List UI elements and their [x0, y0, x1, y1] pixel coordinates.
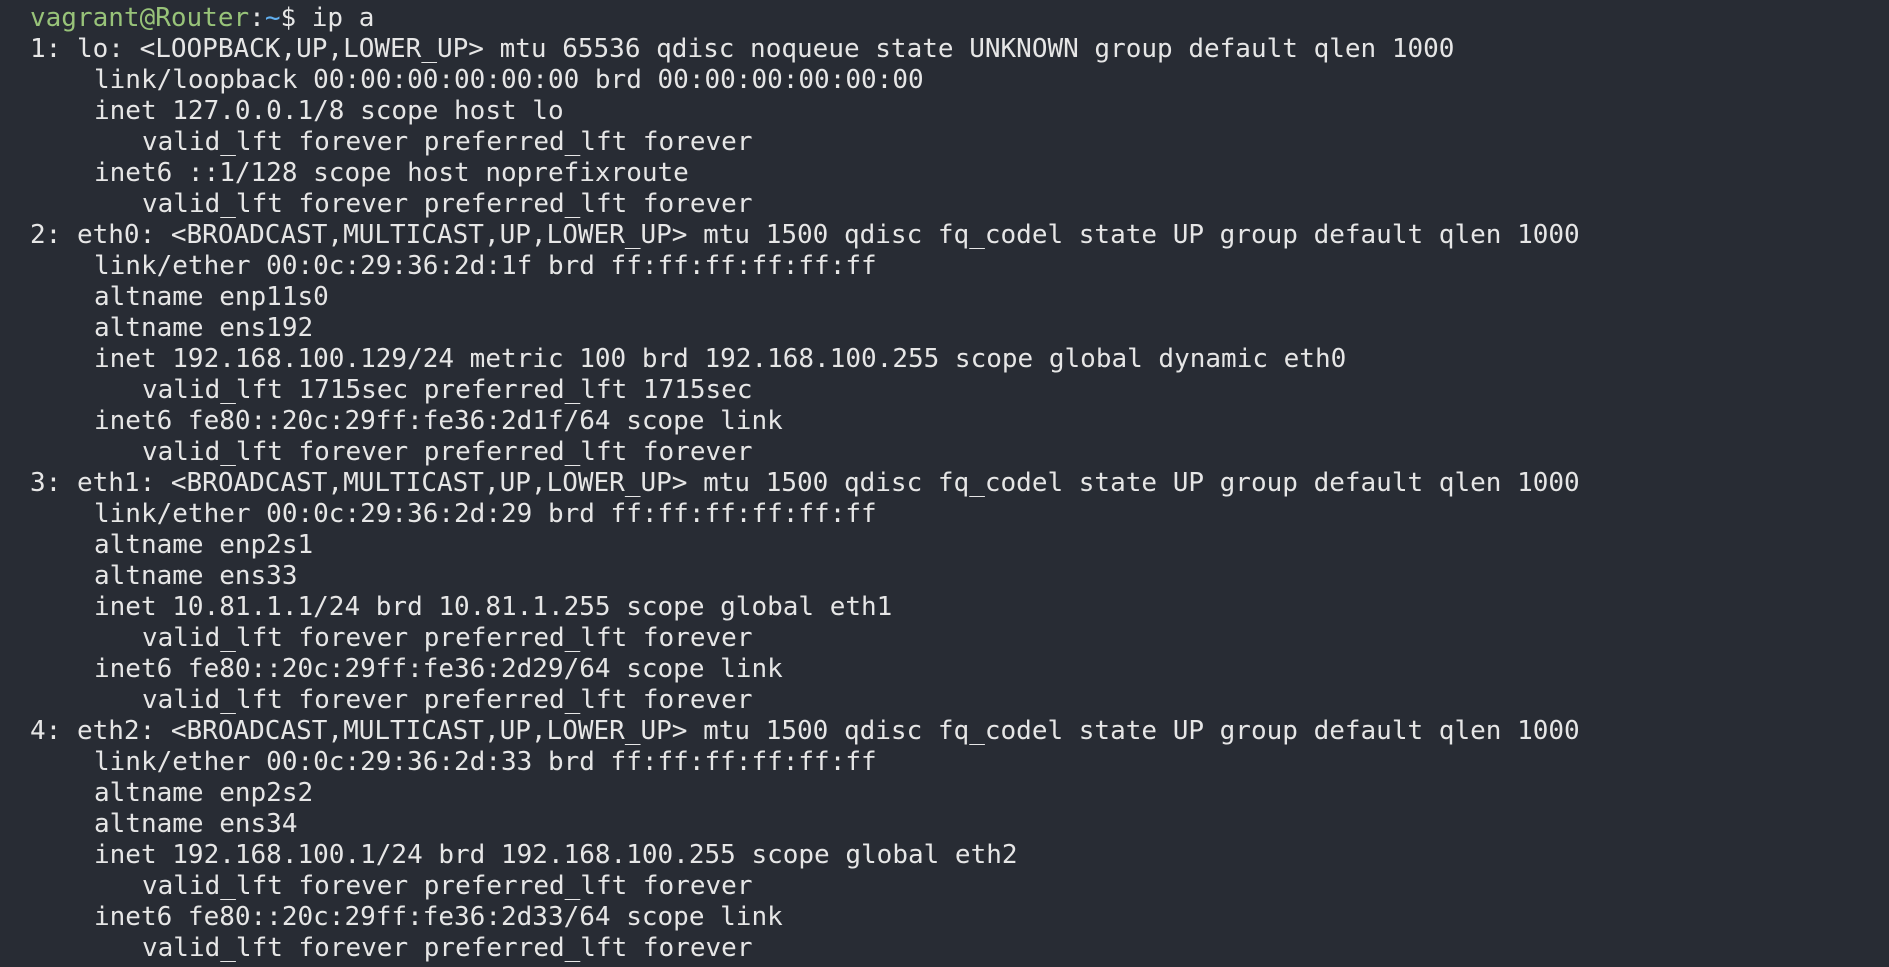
output-line: altname ens192 [94, 313, 314, 343]
interface-eth1-header: 3: eth1: <BROADCAST,MULTICAST,UP,LOWER_U… [30, 468, 1580, 498]
output-line: altname ens33 [94, 561, 298, 591]
output-line: valid_lft forever preferred_lft forever [142, 189, 753, 219]
prompt-dollar: $ [280, 3, 312, 33]
terminal-window[interactable]: vagrant@Router:~$ ip a 1: lo: <LOOPBACK,… [0, 0, 1889, 967]
prompt-command: ip a [311, 3, 375, 33]
output-line: link/ether 00:0c:29:36:2d:1f brd ff:ff:f… [94, 251, 877, 281]
interface-eth0-header: 2: eth0: <BROADCAST,MULTICAST,UP,LOWER_U… [30, 220, 1580, 250]
output-line: inet 10.81.1.1/24 brd 10.81.1.255 scope … [94, 592, 893, 622]
output-line: valid_lft forever preferred_lft forever [142, 437, 753, 467]
interface-lo-header: 1: lo: <LOOPBACK,UP,LOWER_UP> mtu 65536 … [30, 34, 1455, 64]
output-line: altname enp2s2 [94, 778, 314, 808]
output-line: link/ether 00:0c:29:36:2d:33 brd ff:ff:f… [94, 747, 877, 777]
output-line: inet 127.0.0.1/8 scope host lo [94, 96, 564, 126]
output-line: valid_lft forever preferred_lft forever [142, 623, 753, 653]
output-line: altname enp11s0 [94, 282, 329, 312]
prompt-cwd: ~ [264, 3, 281, 33]
output-line: inet6 fe80::20c:29ff:fe36:2d29/64 scope … [94, 654, 783, 684]
output-line: inet6 fe80::20c:29ff:fe36:2d33/64 scope … [94, 902, 783, 932]
prompt-user-host: vagrant@Router [30, 3, 250, 33]
command-prompt-line: vagrant@Router:~$ ip a [30, 3, 374, 34]
output-line: inet 192.168.100.129/24 metric 100 brd 1… [94, 344, 1347, 374]
output-line: altname ens34 [94, 809, 298, 839]
output-line: link/ether 00:0c:29:36:2d:29 brd ff:ff:f… [94, 499, 877, 529]
output-line: inet6 fe80::20c:29ff:fe36:2d1f/64 scope … [94, 406, 783, 436]
output-line: altname enp2s1 [94, 530, 314, 560]
output-line: valid_lft 1715sec preferred_lft 1715sec [142, 375, 753, 405]
output-line: link/loopback 00:00:00:00:00:00 brd 00:0… [94, 65, 924, 95]
output-line: inet 192.168.100.1/24 brd 192.168.100.25… [94, 840, 1018, 870]
interface-eth2-header: 4: eth2: <BROADCAST,MULTICAST,UP,LOWER_U… [30, 716, 1580, 746]
output-line: inet6 ::1/128 scope host noprefixroute [94, 158, 689, 188]
output-line: valid_lft forever preferred_lft forever [142, 871, 753, 901]
output-line: valid_lft forever preferred_lft forever [142, 685, 753, 715]
output-line: valid_lft forever preferred_lft forever [142, 127, 753, 157]
output-line: valid_lft forever preferred_lft forever [142, 933, 753, 963]
prompt-colon: : [249, 3, 265, 33]
